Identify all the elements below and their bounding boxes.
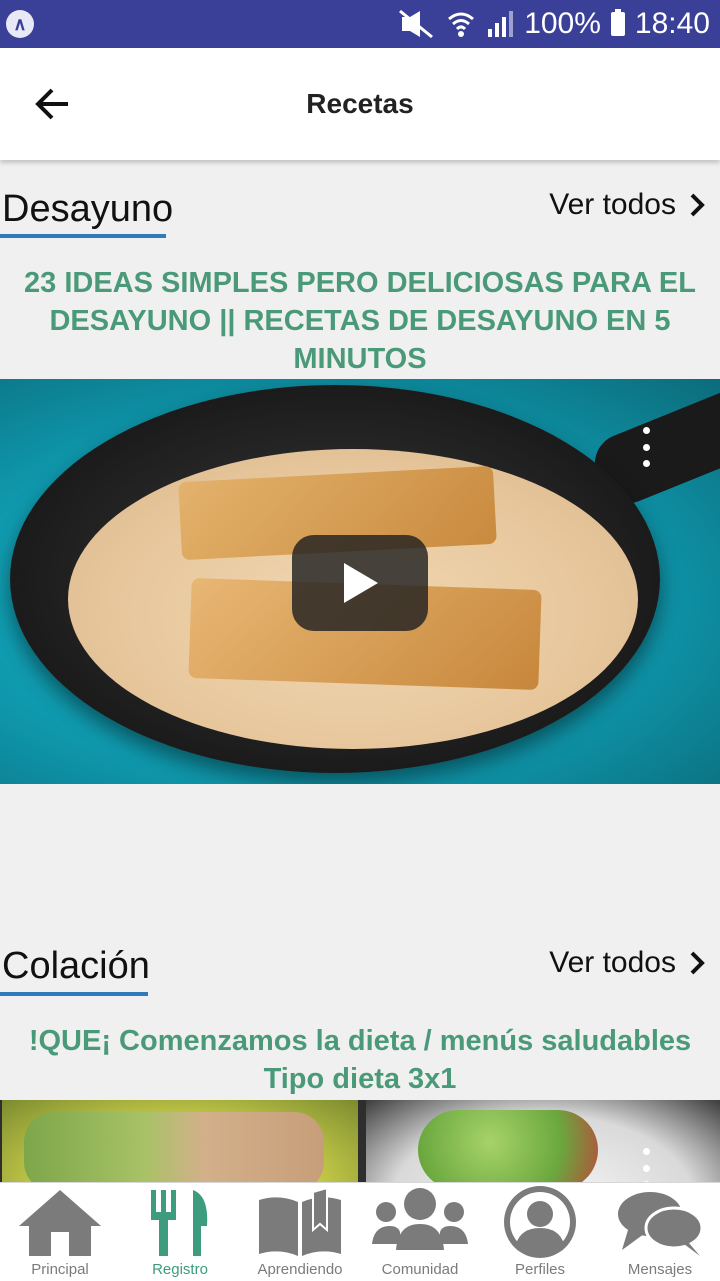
app-notification-icon: ∧ — [6, 10, 34, 38]
home-icon — [0, 1185, 120, 1259]
app-bar: Recetas — [0, 48, 720, 160]
avocado-toast — [24, 1112, 324, 1192]
video-title[interactable]: 23 IDEAS SIMPLES PERO DELICIOSAS PARA EL… — [10, 264, 710, 378]
nav-label: Principal — [31, 1261, 89, 1278]
nav-label: Registro — [152, 1261, 208, 1278]
status-bar: ∧ 100% 18:40 — [0, 0, 720, 48]
nav-perfiles[interactable]: Perfiles — [480, 1183, 600, 1281]
bottom-navigation: Principal Registro Aprendiendo Comunidad… — [0, 1182, 720, 1281]
book-icon — [240, 1185, 360, 1259]
see-all-label: Ver todos — [549, 188, 676, 221]
play-icon — [344, 563, 378, 603]
more-options-icon[interactable] — [641, 427, 651, 467]
people-icon — [360, 1185, 480, 1259]
chevron-right-icon — [690, 951, 705, 975]
wifi-icon — [448, 12, 475, 37]
nav-label: Perfiles — [514, 1261, 566, 1278]
nav-principal[interactable]: Principal — [0, 1183, 120, 1281]
video-title[interactable]: !QUE¡ Comenzamos la dieta / menús saluda… — [10, 1022, 710, 1098]
battery-icon — [610, 9, 625, 36]
see-all-desayuno-link[interactable]: Ver todos — [549, 188, 706, 222]
salad — [418, 1110, 598, 1190]
clock: 18:40 — [634, 7, 710, 40]
section-underline — [0, 992, 148, 996]
nav-label: Mensajes — [627, 1261, 693, 1278]
section-underline — [0, 234, 166, 238]
video-thumbnail-desayuno[interactable] — [0, 379, 720, 784]
see-all-label: Ver todos — [549, 946, 676, 979]
fork-knife-icon — [120, 1185, 240, 1259]
mute-icon — [399, 9, 434, 39]
nav-label: Comunidad — [381, 1261, 459, 1278]
play-button[interactable] — [292, 535, 428, 631]
nav-mensajes[interactable]: Mensajes — [600, 1183, 720, 1281]
nav-comunidad[interactable]: Comunidad — [360, 1183, 480, 1281]
nav-aprendiendo[interactable]: Aprendiendo — [240, 1183, 360, 1281]
status-bar-right: 100% 18:40 — [398, 6, 710, 42]
section-title-desayuno: Desayuno — [2, 188, 174, 230]
section-title-colacion: Colación — [2, 945, 150, 987]
chat-icon — [600, 1185, 720, 1259]
signal-icon — [488, 11, 514, 37]
battery-percent: 100% — [524, 7, 601, 40]
profile-icon — [480, 1185, 600, 1259]
nav-registro[interactable]: Registro — [120, 1183, 240, 1281]
chevron-right-icon — [690, 193, 705, 217]
see-all-colacion-link[interactable]: Ver todos — [549, 946, 706, 980]
nav-label: Aprendiendo — [257, 1261, 343, 1278]
page-title: Recetas — [306, 88, 414, 119]
